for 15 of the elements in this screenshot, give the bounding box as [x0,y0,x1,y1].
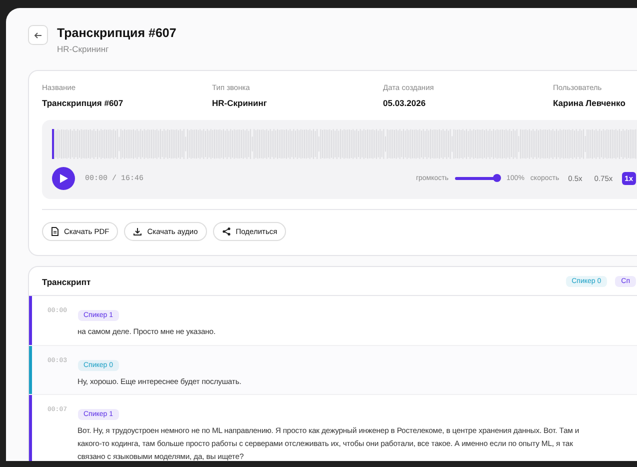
field-value: Транскрипция #607 [42,98,124,108]
field-value: 05.03.2026 [383,98,427,108]
play-button[interactable] [52,167,75,190]
field-value: Карина Левченко [553,98,626,108]
section-title: Транскрипт [42,276,91,286]
download-icon [133,227,142,236]
volume-thumb[interactable] [492,174,501,182]
play-icon [60,174,68,183]
page-subtitle: HR-Скрининг [57,44,110,54]
field-value: HR-Скрининг [212,98,268,108]
page-title: Транскрипция #607 [57,26,176,40]
share-icon [222,227,231,236]
document-icon [51,227,59,236]
back-button[interactable] [28,25,48,45]
back-arrow-icon [34,32,42,38]
